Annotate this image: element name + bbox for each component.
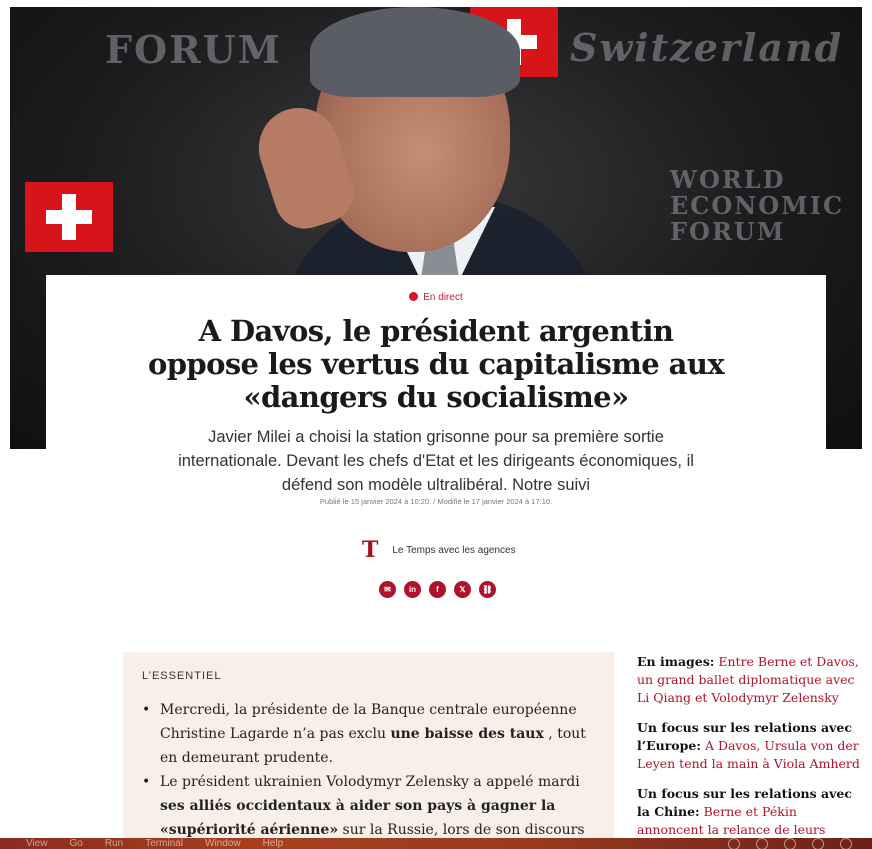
author-name[interactable]: Le Temps avec les agences [392,545,515,556]
menu-help[interactable]: Help [263,838,284,849]
status-icon[interactable] [812,838,824,849]
essentiel-title: L’ESSENTIEL [142,670,222,682]
author-byline: T Le Temps avec les agences [362,537,516,563]
headline-card: En direct A Davos, le président argentin… [46,275,826,449]
list-item-text: Le président ukrainien Volodymyr Zelensk… [160,774,580,790]
list-item: Mercredi, la présidente de la Banque cen… [142,698,594,770]
related-item: En images: Entre Berne et Davos, un gran… [637,653,865,707]
live-dot-icon [409,292,419,301]
list-item-link[interactable]: une baisse des taux [390,726,543,742]
live-badge: En direct [46,292,826,303]
le-temps-logo: T [362,537,379,563]
related-label: En images: [637,654,715,669]
x-icon[interactable]: 𝕏 [454,581,471,598]
related-links: En images: Entre Berne et Davos, un gran… [637,653,865,849]
essentiel-box: L’ESSENTIEL Mercredi, la présidente de l… [123,652,614,849]
link-icon[interactable]: ⛓ [479,581,496,598]
menu-view[interactable]: View [26,838,48,849]
hero-watermark-wef: WORLD ECONOMIC FORUM [670,165,845,246]
email-icon[interactable]: ✉ [379,581,396,598]
linkedin-icon[interactable]: in [404,581,421,598]
status-icon[interactable] [784,838,796,849]
essentiel-list: Mercredi, la présidente de la Banque cen… [142,698,594,849]
hero-hair [310,7,520,97]
share-buttons: ✉ in f 𝕏 ⛓ [379,581,496,598]
hero-watermark-switzerland: Switzerland [570,25,844,70]
menu-window[interactable]: Window [205,838,241,849]
menu-terminal[interactable]: Terminal [145,838,183,849]
hero-watermark-forum: FORUM [105,27,282,72]
status-icon[interactable] [728,838,740,849]
menu-go[interactable]: Go [70,838,83,849]
article-subtitle: Javier Milei a choisi la station grisonn… [178,428,694,494]
article-headline: A Davos, le président argentin oppose le… [147,314,725,414]
status-icon[interactable] [840,838,852,849]
live-label: En direct [423,292,463,303]
status-icon[interactable] [756,838,768,849]
bottom-menubar: View Go Run Terminal Window Help [0,838,872,849]
menu-run[interactable]: Run [105,838,123,849]
facebook-icon[interactable]: f [429,581,446,598]
related-item: Un focus sur les relations avec l’Europe… [637,719,865,773]
article-dates: Publié le 15 janvier 2024 à 10:20. / Mod… [319,497,553,506]
swiss-flag-logo [25,182,113,252]
status-icons [728,838,872,849]
